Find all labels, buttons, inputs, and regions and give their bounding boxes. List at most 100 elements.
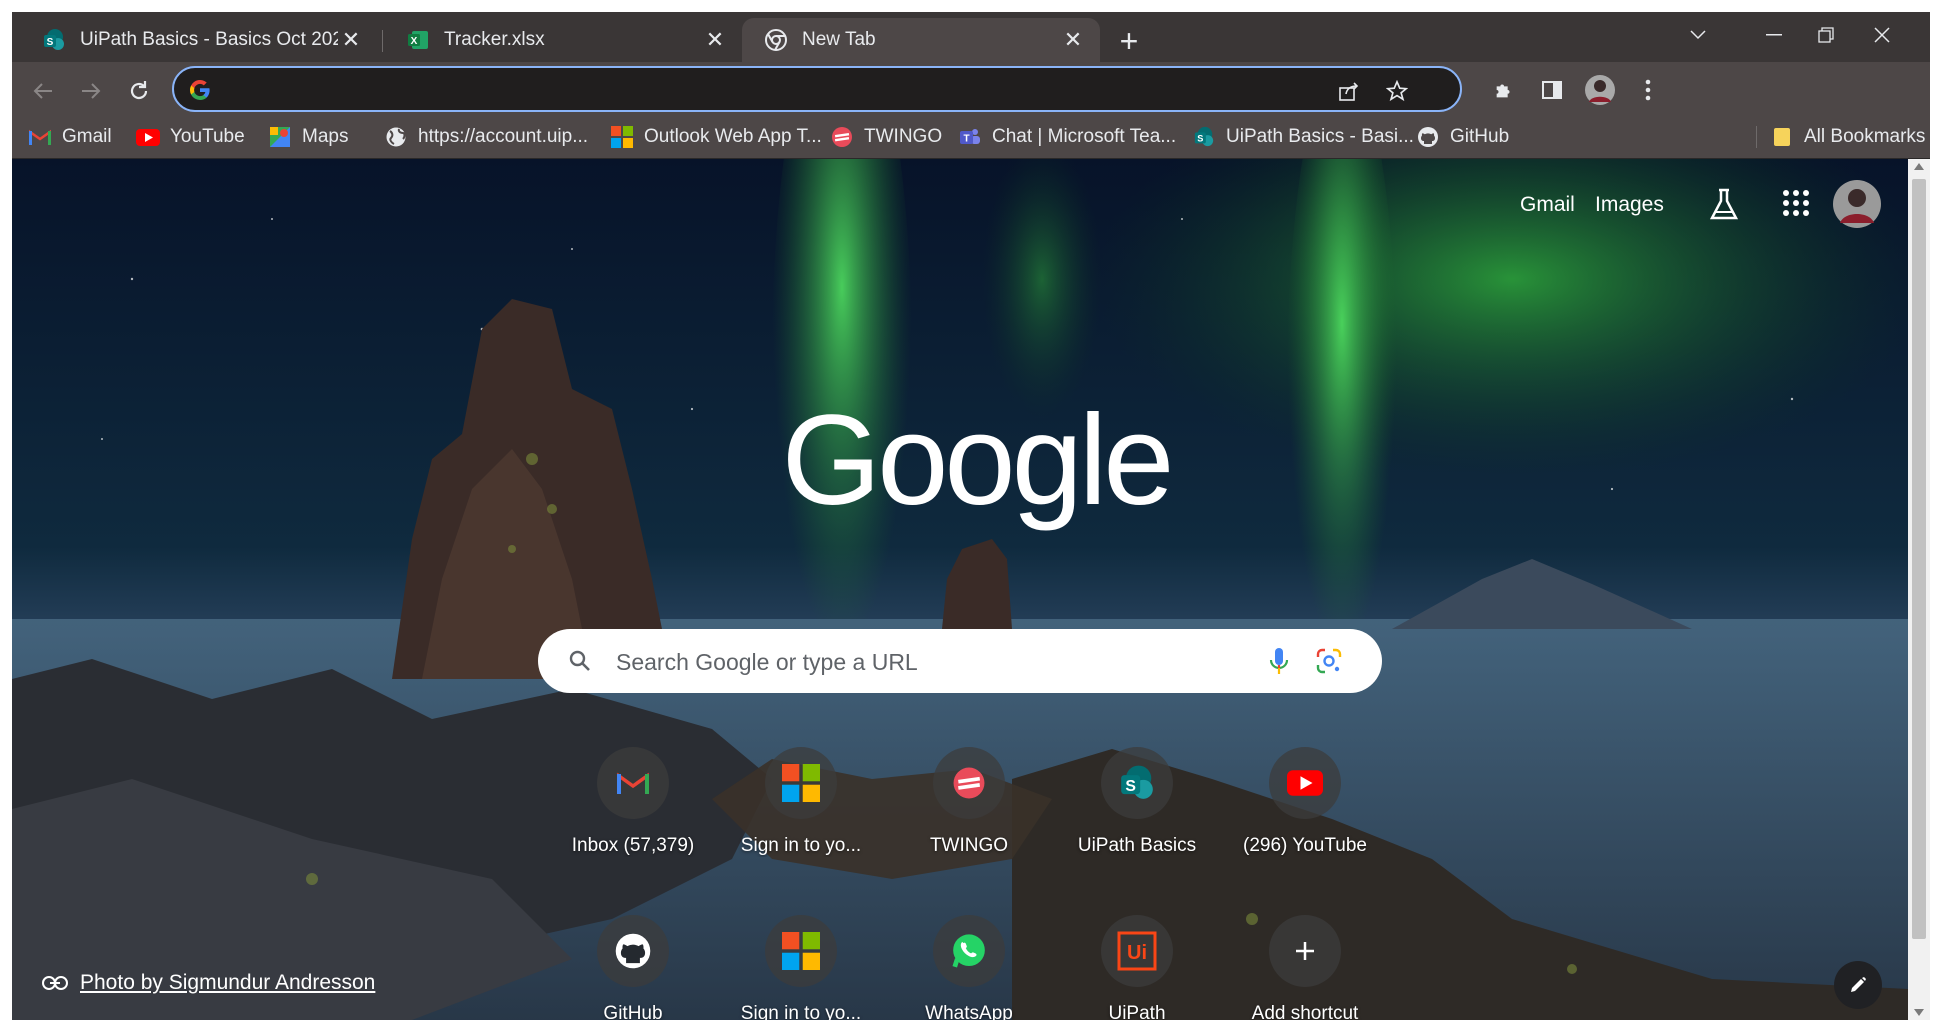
tab-title: UiPath Basics - Basics Oct 2023 - <box>80 29 338 50</box>
side-panel-icon[interactable] <box>1536 74 1568 106</box>
bookmark-uipath-basics[interactable]: S UiPath Basics - Basi... <box>1192 122 1414 152</box>
scroll-up-arrow-icon[interactable] <box>1914 163 1924 170</box>
customize-chrome-button[interactable] <box>1834 961 1882 1009</box>
new-tab-button[interactable]: + <box>1112 23 1146 59</box>
scrollbar-thumb[interactable] <box>1912 179 1926 939</box>
new-tab-page: Gmail Images Google Inbox ( <box>12 159 1908 1020</box>
close-icon[interactable]: ✕ <box>338 27 364 53</box>
restore-button[interactable] <box>1806 20 1846 50</box>
bookmark-label: GitHub <box>1450 126 1510 147</box>
bookmark-twingo[interactable]: TWINGO <box>830 122 942 152</box>
extensions-puzzle-icon[interactable] <box>1488 74 1520 106</box>
youtube-icon <box>1287 770 1323 796</box>
toolbar <box>12 62 1930 116</box>
address-bar[interactable] <box>172 66 1462 112</box>
ntp-search-input[interactable] <box>614 643 1218 681</box>
tab-divider <box>382 30 383 52</box>
tab-new-tab[interactable]: New Tab ✕ <box>742 18 1100 62</box>
github-icon <box>615 933 651 969</box>
bookmark-youtube[interactable]: YouTube <box>136 122 245 152</box>
all-bookmarks-label: All Bookmarks <box>1804 126 1926 147</box>
microsoft-icon <box>610 125 634 149</box>
share-icon[interactable] <box>1336 78 1362 104</box>
svg-text:S: S <box>47 37 54 48</box>
shortcut-label: Sign in to yo... <box>740 835 862 856</box>
github-icon <box>1416 125 1440 149</box>
images-link[interactable]: Images <box>1595 193 1664 217</box>
youtube-icon <box>136 125 160 149</box>
shortcut-label: Sign in to yo... <box>740 1003 862 1020</box>
bookmark-outlook[interactable]: Outlook Web App T... <box>610 122 822 152</box>
bookmark-gmail[interactable]: Gmail <box>28 122 112 152</box>
shortcut-icon: S <box>1101 747 1173 819</box>
bookmark-label: Gmail <box>62 126 112 147</box>
all-bookmarks-button[interactable]: All Bookmarks <box>1770 122 1925 152</box>
shortcut-label: GitHub <box>603 1003 663 1020</box>
menu-kebab-icon[interactable] <box>1632 74 1664 106</box>
shortcut-label: (296) YouTube <box>1243 835 1367 856</box>
shortcut-tile[interactable]: Inbox (57,379) <box>550 747 716 887</box>
close-window-button[interactable] <box>1862 20 1902 50</box>
ntp-search-box[interactable] <box>538 629 1382 693</box>
forward-button[interactable] <box>74 74 108 108</box>
minimize-button[interactable] <box>1754 20 1794 50</box>
shortcut-label: Add shortcut <box>1251 1003 1359 1020</box>
shortcut-tile[interactable]: (296) YouTube <box>1222 747 1388 887</box>
scroll-down-arrow-icon[interactable] <box>1914 1009 1924 1016</box>
shortcut-tile[interactable]: Sign in to yo... <box>718 915 884 1020</box>
whatsapp-icon <box>952 934 985 968</box>
add-shortcut-tile[interactable]: Add shortcut <box>1222 915 1388 1020</box>
google-g-icon <box>190 79 210 101</box>
bookmark-maps[interactable]: Maps <box>268 122 348 152</box>
bookmarks-divider <box>1756 126 1757 148</box>
close-icon[interactable]: ✕ <box>702 27 728 53</box>
bookmark-label: YouTube <box>170 126 245 147</box>
apps-grid-icon[interactable] <box>1782 189 1814 221</box>
tab-title: Tracker.xlsx <box>444 29 545 50</box>
shortcut-label: WhatsApp <box>925 1003 1013 1020</box>
close-icon[interactable]: ✕ <box>1060 27 1086 53</box>
reload-button[interactable] <box>122 74 156 108</box>
vertical-scrollbar[interactable] <box>1908 159 1930 1020</box>
svg-text:T: T <box>963 134 969 145</box>
pencil-icon <box>1851 977 1866 992</box>
bookmark-star-icon[interactable] <box>1384 78 1410 104</box>
bookmark-account-uipath[interactable]: https://account.uip... <box>384 122 588 152</box>
attribution-text: Photo by Sigmundur Andresson <box>80 971 376 994</box>
gmail-link[interactable]: Gmail <box>1520 193 1575 217</box>
bookmark-github[interactable]: GitHub <box>1416 122 1509 152</box>
browser-window: S UiPath Basics - Basics Oct 2023 - ✕ X … <box>12 12 1930 1020</box>
labs-flask-icon[interactable] <box>1708 187 1740 223</box>
back-button[interactable] <box>26 74 60 108</box>
tab-tracker[interactable]: X Tracker.xlsx ✕ <box>384 18 742 62</box>
photo-attribution[interactable]: Photo by Sigmundur Andresson <box>42 971 375 995</box>
shortcut-tile[interactable]: WhatsApp <box>886 915 1052 1020</box>
shortcut-tile[interactable]: Ui UiPath <box>1054 915 1220 1020</box>
microphone-icon[interactable] <box>1268 647 1290 677</box>
link-icon <box>42 976 68 990</box>
tab-uipath-basics[interactable]: S UiPath Basics - Basics Oct 2023 - ✕ <box>20 18 378 62</box>
profile-avatar[interactable] <box>1584 74 1616 106</box>
address-input[interactable] <box>224 74 1328 106</box>
svg-text:X: X <box>411 36 418 47</box>
shortcut-label: Inbox (57,379) <box>571 835 695 856</box>
microsoft-icon <box>782 764 820 802</box>
shortcut-tile[interactable]: GitHub <box>550 915 716 1020</box>
shortcut-tile[interactable]: TWINGO <box>886 747 1052 887</box>
excel-icon: X <box>408 31 428 49</box>
background-photo <box>12 159 1908 1020</box>
sharepoint-icon: S <box>1192 125 1216 149</box>
shortcut-icon <box>933 915 1005 987</box>
bookmark-label: Outlook Web App T... <box>644 126 822 147</box>
shortcut-icon <box>597 915 669 987</box>
search-icon <box>569 650 590 671</box>
globe-icon <box>384 125 408 149</box>
account-avatar[interactable] <box>1832 179 1882 229</box>
google-lens-icon[interactable] <box>1316 648 1342 674</box>
arrow-left-icon <box>33 83 52 99</box>
shortcut-tile[interactable]: S UiPath Basics <box>1054 747 1220 887</box>
bookmark-teams-chat[interactable]: T Chat | Microsoft Tea... <box>958 122 1176 152</box>
sharepoint-icon: S <box>1121 765 1153 799</box>
tab-search-icon[interactable] <box>1678 20 1718 50</box>
shortcut-tile[interactable]: Sign in to yo... <box>718 747 884 887</box>
